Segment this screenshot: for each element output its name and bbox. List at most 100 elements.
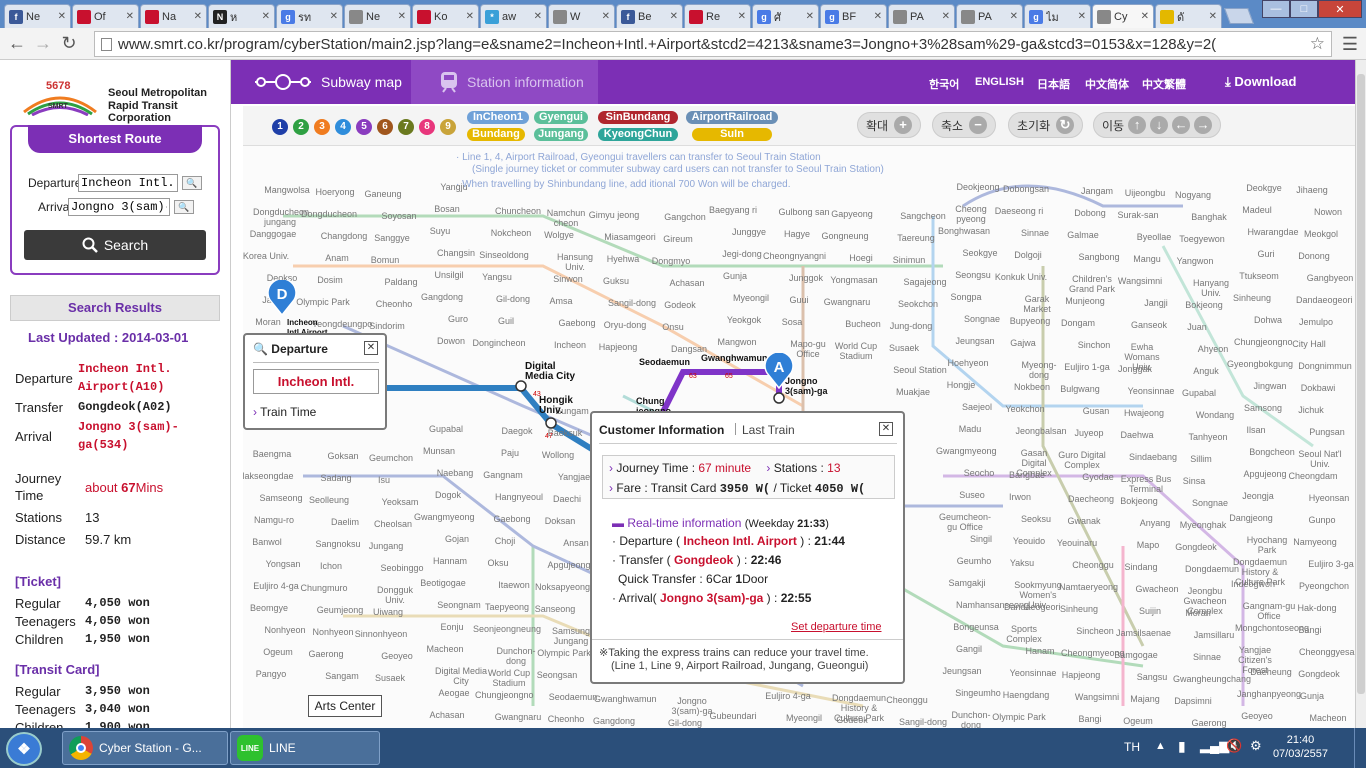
map-station[interactable]: Sangil-dong <box>605 298 659 308</box>
map-station[interactable]: Yeouido <box>1002 536 1056 546</box>
map-station[interactable]: Seoul Station <box>893 365 947 375</box>
map-station[interactable]: Gil-dong <box>658 718 712 728</box>
map-station[interactable]: Sagajeong <box>898 277 952 287</box>
map-station[interactable]: Gyeongbokgung <box>1227 359 1293 369</box>
tab-close-icon[interactable]: ✕ <box>466 11 474 22</box>
tab-close-icon[interactable]: ✕ <box>1010 11 1018 22</box>
browser-tab[interactable]: Re ✕ <box>684 4 751 28</box>
tab-station-information[interactable]: Station information <box>439 60 584 104</box>
map-station[interactable]: Gajwa <box>996 338 1050 348</box>
map-station[interactable]: Hagye <box>770 229 824 239</box>
map-station[interactable]: Incheon <box>543 340 597 350</box>
line-3-button[interactable]: 3 <box>314 119 330 135</box>
browser-tab[interactable]: f Ne ✕ <box>4 4 71 28</box>
map-station[interactable]: Hoehyeon <box>941 358 995 368</box>
map-station[interactable]: Gwangnaru <box>491 712 545 722</box>
map-station[interactable]: Jemulpo <box>1289 317 1343 327</box>
map-station[interactable]: Dowon <box>424 336 478 346</box>
map-station[interactable]: Suseo <box>945 490 999 500</box>
map-station[interactable]: Isu <box>357 475 411 485</box>
map-station[interactable]: Hapjeong <box>591 342 645 352</box>
map-station[interactable]: Cheongnyangni <box>763 251 826 261</box>
map-station[interactable]: Gojan <box>430 534 484 544</box>
map-station[interactable]: Deokgye <box>1237 183 1291 193</box>
map-station[interactable]: Cheolsan <box>366 519 420 529</box>
map-station[interactable]: Nakseongdae <box>243 471 294 481</box>
map-station[interactable]: Seoksu <box>1009 514 1063 524</box>
map-station[interactable]: Bupyeong <box>1003 316 1057 326</box>
tab-close-icon[interactable]: ✕ <box>58 11 66 22</box>
map-station[interactable]: Gwacheon <box>1130 584 1184 594</box>
scrollbar-thumb[interactable] <box>1357 74 1365 694</box>
map-station[interactable]: Wangsimni <box>1113 276 1167 286</box>
map-station[interactable]: Bangi <box>1063 714 1117 724</box>
zoom-out-button[interactable]: 축소 − <box>932 112 997 138</box>
map-station[interactable]: Dogok <box>421 490 475 500</box>
map-station[interactable]: Seobinggo <box>375 563 429 573</box>
map-station[interactable]: Seodaemun <box>546 692 600 702</box>
map-station[interactable]: Dolgoji <box>1001 250 1055 260</box>
map-station[interactable]: Sangsu <box>1125 672 1179 682</box>
map-station[interactable]: Amsa <box>534 296 588 306</box>
map-station[interactable]: Hangnyeoul <box>492 492 546 502</box>
map-station[interactable]: Gaerong <box>299 649 353 659</box>
map-station[interactable]: Sports Complex <box>997 624 1051 644</box>
map-station[interactable]: Muakjae <box>886 387 940 397</box>
map-station[interactable]: Sangnoksu <box>311 539 365 549</box>
map-station[interactable]: Hyeonsan <box>1302 493 1355 503</box>
map-station[interactable]: Yeoksam <box>373 497 427 507</box>
map-station[interactable]: Gangnam <box>476 470 530 480</box>
map-station-digital-media-city[interactable]: Digital Media City <box>525 362 585 382</box>
map-station[interactable]: Hoeryong <box>308 187 362 197</box>
close-window-button[interactable]: ✕ <box>1318 0 1362 18</box>
line-jungang-button[interactable]: Jungang <box>534 128 588 141</box>
browser-tab[interactable]: g ศั ✕ <box>752 4 819 28</box>
browser-tab[interactable]: W ✕ <box>548 4 615 28</box>
map-station[interactable]: Anyang <box>1128 518 1182 528</box>
map-station[interactable]: Nowon <box>1301 207 1355 217</box>
map-station[interactable]: Daegok <box>490 426 544 436</box>
lang-english[interactable]: ENGLISH <box>975 76 1024 88</box>
map-station[interactable]: Ttukseom <box>1232 271 1286 281</box>
map-station[interactable]: Gwanghwamun <box>594 694 657 704</box>
map-station[interactable]: Pungsan <box>1300 427 1354 437</box>
map-station[interactable]: Deokjeong <box>951 182 1005 192</box>
map-station[interactable]: Euljiro 4-ga <box>761 691 815 701</box>
map-station[interactable]: Geoyeo <box>1230 711 1284 721</box>
map-station[interactable]: Sinchon <box>1067 340 1121 350</box>
map-station[interactable]: Digital Media City <box>434 666 488 686</box>
map-station[interactable]: Ogeum <box>251 647 305 657</box>
map-station[interactable]: Cheongmyeong <box>1061 648 1125 658</box>
map-station[interactable]: Gunja <box>1285 691 1339 701</box>
map-station[interactable]: Dangjeong <box>1224 513 1278 523</box>
map-station[interactable]: Achasan <box>660 278 714 288</box>
map-station[interactable]: Indeogwon <box>1226 579 1280 589</box>
map-station[interactable]: Gaebong <box>485 514 539 524</box>
map-station[interactable]: Hansung Univ. <box>548 252 602 272</box>
map-station[interactable]: Euljiro 1-ga <box>1060 362 1114 372</box>
line-sinbundang-button[interactable]: SinBundang <box>598 111 678 124</box>
browser-tab[interactable]: PA ✕ <box>956 4 1023 28</box>
map-station[interactable]: Taereung <box>889 233 943 243</box>
map-station[interactable]: Cheonggu <box>880 695 934 705</box>
map-station[interactable]: Godeok <box>825 715 879 725</box>
map-station[interactable]: World Cup Stadium <box>482 668 536 688</box>
map-station[interactable]: Meokgol <box>1294 229 1348 239</box>
map-station[interactable]: Baegyang ri <box>706 205 760 215</box>
tab-close-icon[interactable]: ✕ <box>738 11 746 22</box>
map-station[interactable]: Seokchon <box>891 299 945 309</box>
line-kyeongchun-button[interactable]: KyeongChun <box>598 128 678 141</box>
map-station[interactable]: Singil <box>954 534 1008 544</box>
map-station[interactable]: Seongsan <box>530 670 584 680</box>
map-station[interactable]: Dongducheon <box>301 209 357 219</box>
page-scrollbar[interactable] <box>1355 60 1366 728</box>
map-station[interactable]: Ilsan <box>1229 425 1283 435</box>
map-station[interactable]: Sinnae <box>1180 652 1234 662</box>
departure-marker-d[interactable]: D <box>266 280 298 316</box>
map-station[interactable]: Gwangmyeong <box>414 512 475 522</box>
map-station[interactable]: Mangwon <box>710 337 764 347</box>
map-station[interactable]: Express Bus Terminal <box>1119 474 1173 494</box>
map-station[interactable]: Seolleung <box>302 495 356 505</box>
map-station[interactable]: Junggye <box>722 227 776 237</box>
map-station[interactable]: Moran <box>1171 608 1225 618</box>
